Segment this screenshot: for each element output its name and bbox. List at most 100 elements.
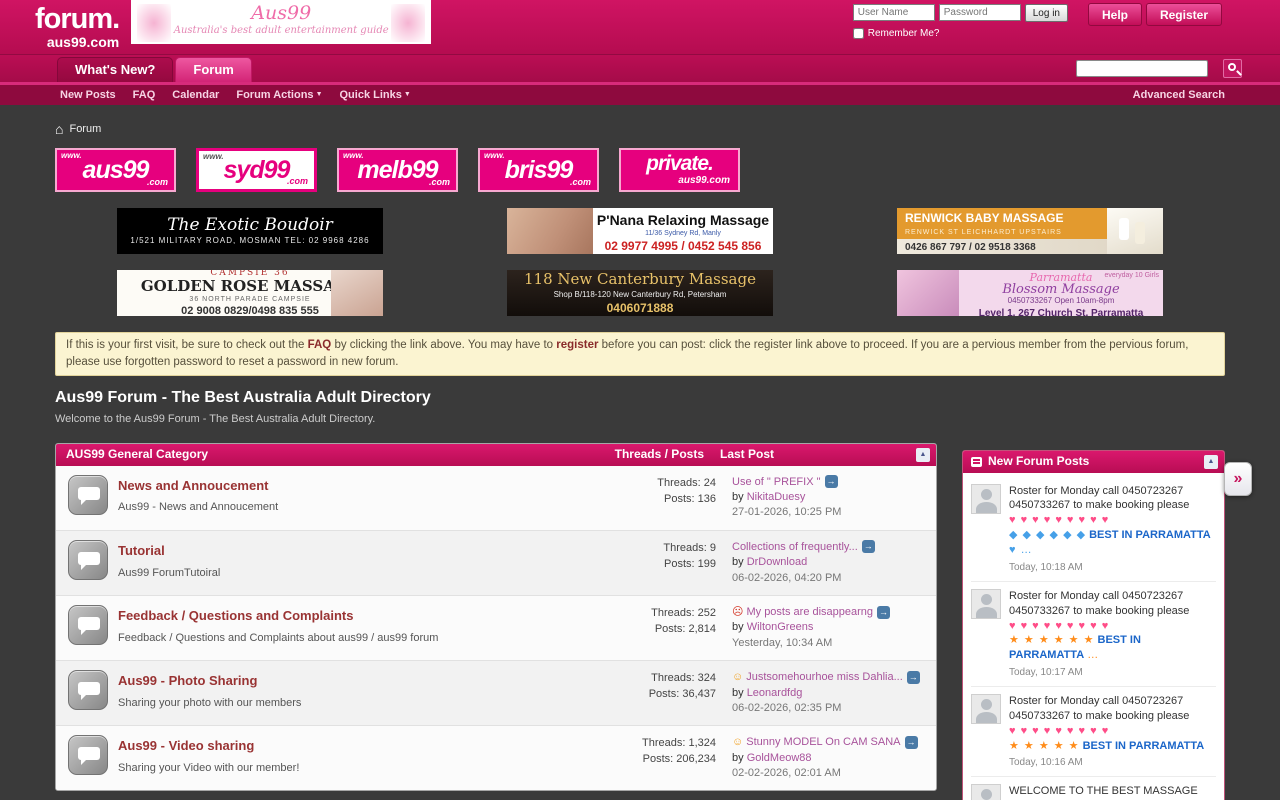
password-input[interactable] xyxy=(939,4,1021,21)
help-button[interactable]: Help xyxy=(1088,3,1142,26)
goto-last-post-icon[interactable]: → xyxy=(905,736,918,749)
chevron-down-icon: ▼ xyxy=(404,91,411,98)
post-time: Today, 10:17 AM xyxy=(1009,666,1216,679)
forum-link[interactable]: News and Annoucement xyxy=(118,478,268,493)
nav-quick-links[interactable]: Quick Links▼ xyxy=(340,88,411,102)
home-icon[interactable]: ⌂ xyxy=(55,120,63,138)
nav-forum-actions[interactable]: Forum Actions▼ xyxy=(236,88,322,102)
last-thread-link[interactable]: Stunny MODEL On CAM SANA xyxy=(746,736,900,748)
nav-calendar[interactable]: Calendar xyxy=(172,88,219,102)
banner-bris99[interactable]: www. bris99 .com xyxy=(478,148,599,192)
register-link[interactable]: register xyxy=(556,339,598,351)
forum-row: Aus99 - Photo Sharing Sharing your photo… xyxy=(56,660,936,725)
post-time: Today, 10:16 AM xyxy=(1009,756,1216,769)
post-excerpt: Roster for Monday call 0450723267 045073… xyxy=(1009,695,1189,722)
sidebar-post: Roster for Monday call 0450723267 045073… xyxy=(971,477,1216,582)
last-poster-link[interactable]: DrDownload xyxy=(747,556,808,568)
flames-emoji-row: ★ ★ ★ ★ ★ ★ xyxy=(1009,634,1094,646)
ad-banners: The Exotic Boudoir 1/521 MILITARY ROAD, … xyxy=(55,208,1225,316)
last-poster-link[interactable]: WiltonGreens xyxy=(747,621,814,633)
site-header: forum. aus99.com Aus99 Australia's best … xyxy=(0,0,1280,55)
ad-address: Shop B/118-120 New Canterbury Rd, Peters… xyxy=(554,290,727,300)
sidebar-body: Roster for Monday call 0450723267 045073… xyxy=(963,473,1224,800)
site-logo[interactable]: forum. aus99.com xyxy=(35,5,119,54)
emoji-suffix: ♥ … xyxy=(1009,544,1033,556)
username-input[interactable] xyxy=(853,4,935,21)
last-post-date: 02-02-2026, 02:01 AM xyxy=(732,766,928,781)
nav-new-posts[interactable]: New Posts xyxy=(60,88,116,102)
forum-link[interactable]: Aus99 - Video sharing xyxy=(118,738,254,753)
page-title: Aus99 Forum - The Best Australia Adult D… xyxy=(55,388,1280,409)
search-input[interactable] xyxy=(1076,60,1208,77)
ad-golden-rose-massage[interactable]: CAMPSIE 36 GOLDEN ROSE MASSAGE 36 NORTH … xyxy=(117,270,383,316)
sidebar-post: Roster for Monday call 0450723267 045073… xyxy=(971,687,1216,777)
collapse-category-button[interactable]: ▲ xyxy=(916,448,930,462)
login-form: Log in Remember Me? xyxy=(853,4,1068,40)
banner-syd99[interactable]: www. syd99 .com xyxy=(196,148,317,192)
goto-last-post-icon[interactable]: → xyxy=(862,540,875,553)
last-poster-link[interactable]: NikitaDuesy xyxy=(747,491,806,503)
sidebar-toggle-button[interactable]: » xyxy=(1224,462,1252,496)
search-icon xyxy=(1228,63,1236,71)
sidebar-post: WELCOME TO THE BEST MASSAGE xyxy=(971,777,1216,800)
register-button[interactable]: Register xyxy=(1146,3,1222,26)
last-thread-link[interactable]: Justsomehourhoe miss Dahlia... xyxy=(746,671,903,683)
angry-emoticon-icon: ☹ xyxy=(732,606,743,618)
header-banner-ad[interactable]: Aus99 Australia's best adult entertainme… xyxy=(131,0,431,44)
ad-title: Blossom Massage xyxy=(959,283,1163,296)
nav-faq[interactable]: FAQ xyxy=(133,88,156,102)
login-button[interactable]: Log in xyxy=(1025,4,1068,22)
search-button[interactable] xyxy=(1223,59,1242,78)
ad-title: The Exotic Boudoir xyxy=(167,216,333,235)
ad-118-new-canterbury[interactable]: 118 New Canterbury Massage Shop B/118-12… xyxy=(507,270,773,316)
post-thread-link[interactable]: BEST IN PARRAMATTA xyxy=(1083,740,1205,752)
banner-melb99[interactable]: www. melb99 .com xyxy=(337,148,458,192)
forum-stats: Threads: 9 Posts: 199 xyxy=(606,540,716,573)
forum-speech-bubble-icon xyxy=(68,475,108,515)
banner-tagline: Australia's best adult entertainment gui… xyxy=(131,24,431,37)
ad-blossom-massage[interactable]: Parramatta Blossom Massage 0450733267 Op… xyxy=(897,270,1163,316)
ad-exotic-boudoir[interactable]: The Exotic Boudoir 1/521 MILITARY ROAD, … xyxy=(117,208,383,254)
ad-address: 11/36 Sydney Rd, Manly xyxy=(593,229,773,238)
avatar[interactable] xyxy=(971,694,1001,724)
avatar[interactable] xyxy=(971,784,1001,800)
post-excerpt: Roster for Monday call 0450723267 045073… xyxy=(1009,485,1189,512)
forum-last-post: Collections of frequently...→ by DrDownl… xyxy=(716,540,928,586)
tab-forum[interactable]: Forum xyxy=(175,57,251,82)
ad-renwick-massage[interactable]: RENWICK BABY MASSAGE RENWICK ST LEICHHAR… xyxy=(897,208,1163,254)
forum-link[interactable]: Aus99 - Photo Sharing xyxy=(118,673,257,688)
ad-title: 118 New Canterbury Massage xyxy=(524,270,756,289)
goto-last-post-icon[interactable]: → xyxy=(877,606,890,619)
banner-private-aus99[interactable]: private. aus99.com xyxy=(619,148,740,192)
last-poster-link[interactable]: GoldMeow88 xyxy=(747,752,812,764)
emoji-suffix: … xyxy=(1087,649,1099,661)
forum-stats: Threads: 1,324 Posts: 206,234 xyxy=(606,735,716,768)
faq-link[interactable]: FAQ xyxy=(308,339,332,351)
ad-pnana-massage[interactable]: P'Nana Relaxing Massage 11/36 Sydney Rd,… xyxy=(507,208,773,254)
collapse-widget-button[interactable]: ▲ xyxy=(1204,455,1218,469)
tab-whats-new[interactable]: What's New? xyxy=(57,57,173,82)
category-header: AUS99 General Category Threads / Posts L… xyxy=(56,444,936,466)
nav-advanced-search[interactable]: Advanced Search xyxy=(1133,88,1225,102)
goto-last-post-icon[interactable]: → xyxy=(907,671,920,684)
forum-link[interactable]: Feedback / Questions and Complaints xyxy=(118,608,354,623)
last-thread-link[interactable]: My posts are disappearng xyxy=(746,606,873,618)
hearts-emoji-row: ♥ ♥ ♥ ♥ ♥ ♥ ♥ ♥ ♥ xyxy=(1009,619,1216,634)
last-poster-link[interactable]: Leonardfdg xyxy=(747,687,803,699)
forum-link[interactable]: Tutorial xyxy=(118,543,165,558)
remember-me: Remember Me? xyxy=(853,27,1068,40)
forum-homepage: forum. aus99.com Aus99 Australia's best … xyxy=(0,0,1280,800)
avatar[interactable] xyxy=(971,484,1001,514)
last-thread-link[interactable]: Collections of frequently... xyxy=(732,541,858,553)
sidebar-header: New Forum Posts ▲ xyxy=(963,451,1224,473)
remember-me-checkbox[interactable] xyxy=(853,28,864,39)
forum-description: Aus99 ForumTutoiral xyxy=(118,566,596,580)
goto-last-post-icon[interactable]: → xyxy=(825,475,838,488)
forum-description: Sharing your photo with our members xyxy=(118,696,596,710)
breadcrumb-forum[interactable]: Forum xyxy=(69,122,101,136)
last-thread-link[interactable]: Use of " PREFIX " xyxy=(732,476,821,488)
banner-aus99[interactable]: www. aus99 .com xyxy=(55,148,176,192)
gems-emoji-row: ◆ ◆ ◆ ◆ ◆ ◆ xyxy=(1009,529,1086,541)
post-thread-link[interactable]: BEST IN PARRAMATTA xyxy=(1089,529,1211,541)
avatar[interactable] xyxy=(971,589,1001,619)
